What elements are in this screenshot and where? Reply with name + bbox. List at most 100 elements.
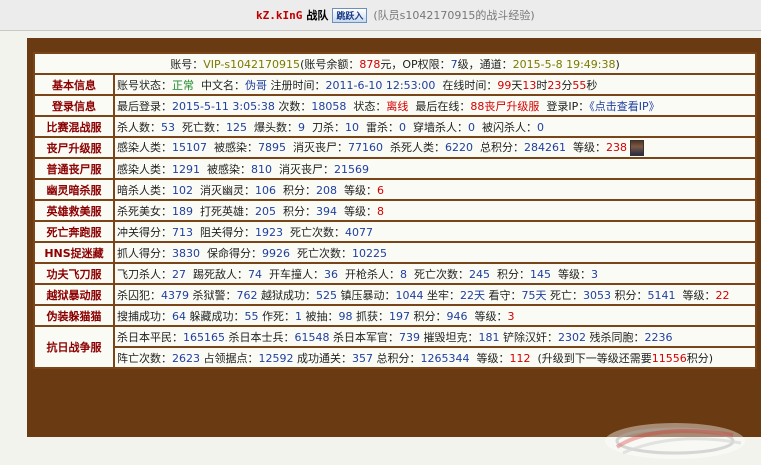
stat-label: 等级：: [566, 141, 606, 154]
stat-label: 冲关得分：: [117, 225, 172, 239]
stat-row: 抗日战争服 杀日本平民：165165 杀日本士兵：61548 杀日本军官：739 …: [35, 327, 755, 367]
team-name: kZ.kInG: [256, 8, 303, 22]
server-stats: 飞刀杀人：27 踢死敌人：74 开车撞人：36 开枪杀人：8 死亡次数：245 …: [115, 264, 755, 283]
stat-value: 3053: [583, 288, 611, 302]
member-caption: (队员s1042170915的战斗经验): [373, 9, 535, 22]
stat-row: 幽灵暗杀服 暗杀人类：102 消灭幽灵：106 积分：208 等级：6: [35, 180, 755, 199]
stat-label: 时: [536, 78, 548, 92]
stat-label: 积分：: [410, 309, 447, 323]
stat-label: 总积分：: [373, 351, 421, 365]
stat-value: 77160: [348, 141, 383, 154]
stat-value: 9926: [262, 246, 290, 260]
stat-value: 21569: [334, 162, 369, 176]
stat-label: 死亡：: [546, 288, 583, 302]
stat-row: 英雄救美服 杀死美女：189 打死英雄：205 积分：394 等级：8: [35, 201, 755, 220]
server-stats: 杀囚犯：4379 杀狱警：762 越狱成功：525 镇压暴动：1044 坐牢：2…: [115, 285, 755, 304]
stat-row: 死亡奔跑服 冲关得分：713 阻关得分：1923 死亡次数：4077: [35, 222, 755, 241]
stat-value: 1: [295, 309, 302, 323]
stat-label: 抓获：: [352, 309, 389, 323]
stat-value: 713: [172, 225, 193, 239]
stat-label: 杀死美女：: [117, 204, 172, 218]
stat-label: 被感染：: [207, 141, 258, 154]
stat-label: 总积分：: [473, 141, 524, 154]
stat-row-continued: 阵亡次数：2623 占领据点：12592 成功通关：357 总积分：126534…: [35, 348, 755, 367]
stat-row: 功夫飞刀服 飞刀杀人：27 踢死敌人：74 开车撞人：36 开枪杀人：8 死亡次数…: [35, 264, 755, 283]
stat-value: 357: [352, 351, 373, 365]
stat-label: 作死：: [258, 309, 295, 323]
stat-value: 18058: [311, 99, 347, 113]
stat-label: 死亡数：: [175, 120, 226, 134]
stat-value: 0: [468, 120, 475, 134]
stat-label: 被闪杀人：: [475, 120, 537, 134]
server-label: 普通丧尸服: [35, 159, 113, 178]
stat-label: 镇压暴动：: [337, 288, 396, 302]
stat-value: 伪哥: [245, 78, 267, 92]
stat-value: 2011-6-10 12:53:00: [325, 78, 436, 92]
stat-value: 762: [236, 288, 258, 302]
stat-value: 6: [377, 183, 384, 197]
stat-value: 739: [399, 330, 420, 344]
stat-label: 死亡次数：: [283, 225, 345, 239]
stat-label: 刀杀：: [305, 120, 345, 134]
stat-label: 积分：: [276, 183, 316, 197]
stat-value: 0: [399, 120, 406, 134]
stat-label: 杀日本平民：: [117, 330, 183, 344]
stat-label: 抓人得分：: [117, 246, 172, 260]
stat-label: 爆头数：: [247, 120, 298, 134]
stat-value: 181: [478, 330, 500, 344]
stat-value: 12592: [258, 351, 294, 365]
stat-label: 成功通关：: [293, 351, 352, 365]
stat-value: 125: [226, 120, 247, 134]
server-stats: 抓人得分：3830 保命得分：9926 死亡次数：10225: [115, 243, 755, 262]
stat-label: 被感染：: [200, 162, 251, 176]
stat-row: 比赛混战服 杀人数：53 死亡数：125 爆头数：9 刀杀：10 雷杀：0 穿墙杀…: [35, 117, 755, 136]
stat-label: (升级到下一等级还需要: [530, 351, 652, 365]
account-label: 账号：: [170, 57, 204, 71]
stat-value: 946: [446, 309, 468, 323]
stat-label: 等级：: [551, 267, 591, 281]
stats-table: 账号：VIP-s1042170915(账号余额：878元，OP权限：7级，通道：…: [33, 52, 757, 369]
balance-label: (账号余额：: [300, 57, 360, 71]
stat-value: 3830: [172, 246, 200, 260]
stat-value: 6220: [445, 141, 473, 154]
server-stats: 感染人类：15107 被感染：7895 消灭丧尸：77160 杀死人类：6220…: [115, 138, 755, 157]
view-ip-link[interactable]: 《点击查看IP》: [589, 100, 659, 113]
stat-value: 4379: [161, 288, 189, 302]
stat-value: 正常: [172, 78, 194, 92]
stat-value: 10: [345, 120, 359, 134]
stat-value: 8: [400, 267, 407, 281]
stat-value: 9: [298, 120, 305, 134]
stat-value: 3: [591, 267, 598, 281]
stat-label: 摧毁坦克：: [420, 330, 479, 344]
stat-value: 11556: [651, 351, 687, 365]
watermark-logo: [605, 423, 745, 459]
server-label: 抗日战争服: [35, 327, 113, 367]
server-label: 丧尸升级服: [35, 138, 113, 157]
server-stats: 杀死美女：189 打死英雄：205 积分：394 等级：8: [115, 201, 755, 220]
stat-label: 看守：: [485, 288, 522, 302]
stat-value: 15107: [172, 141, 207, 154]
server-stats: 杀日本平民：165165 杀日本士兵：61548 杀日本军官：739 摧毁坦克：…: [115, 327, 755, 346]
stat-value: 22天: [460, 288, 485, 302]
server-label: 伪装躲猫猫: [35, 306, 113, 325]
op-label: 元，OP权限：: [380, 57, 451, 71]
stat-label: 状态：: [346, 99, 387, 113]
stat-label: 积分：: [276, 204, 316, 218]
balance-value: 878: [359, 57, 381, 71]
join-team-button[interactable]: 跳跃入: [332, 7, 368, 23]
stat-label: 杀狱警：: [189, 288, 237, 302]
stat-label: 中文名：: [194, 78, 245, 92]
stat-label: 踢死敌人：: [186, 267, 248, 281]
stat-value: 3: [507, 309, 515, 323]
stat-label: 天: [511, 78, 523, 92]
server-stats: 杀人数：53 死亡数：125 爆头数：9 刀杀：10 雷杀：0 穿墙杀人：0 被…: [115, 117, 755, 136]
stat-label: 杀日本军官：: [329, 330, 399, 344]
stat-label: 雷杀：: [359, 120, 399, 134]
server-stats-line2: 阵亡次数：2623 占领据点：12592 成功通关：357 总积分：126534…: [115, 348, 755, 367]
stat-label: 杀人数：: [117, 120, 161, 134]
stat-row: HNS捉迷藏 抓人得分：3830 保命得分：9926 死亡次数：10225: [35, 243, 755, 262]
stat-label: 等级：: [337, 204, 377, 218]
rank-avatar-icon: [630, 140, 644, 156]
stat-label: 感染人类：: [117, 141, 172, 154]
server-label: 幽灵暗杀服: [35, 180, 113, 199]
